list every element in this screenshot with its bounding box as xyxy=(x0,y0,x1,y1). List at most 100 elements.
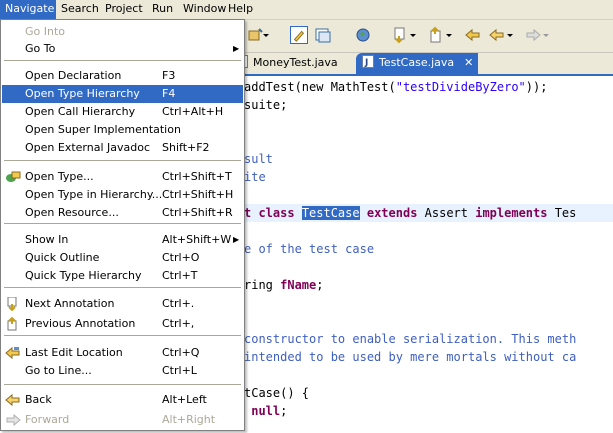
code-token: class xyxy=(258,206,302,220)
code-token: ite xyxy=(244,170,266,184)
menu-item-label: Open Type... xyxy=(25,170,94,183)
code-token: t xyxy=(244,206,259,220)
java-file-icon xyxy=(362,53,374,73)
code-token: implements xyxy=(475,206,548,220)
menu-help[interactable]: Help xyxy=(223,0,253,19)
chevron-down-icon[interactable] xyxy=(506,26,514,44)
menu-window[interactable]: Window xyxy=(178,0,226,19)
toggle-mark-occurrences-icon[interactable] xyxy=(290,26,308,44)
menu-item-label: Quick Type Hierarchy xyxy=(25,269,142,282)
chevron-down-icon[interactable] xyxy=(445,26,453,44)
menu-run[interactable]: Run xyxy=(147,0,178,19)
menu-item-label: Open Type Hierarchy xyxy=(25,87,140,100)
code-token: sult xyxy=(244,152,273,166)
menu-item-shortcut: Ctrl+Alt+H xyxy=(162,105,224,118)
menu-item-shortcut: Ctrl+Shift+T xyxy=(162,170,232,183)
menu-item-open-declaration[interactable]: Open Declaration F3 xyxy=(2,67,243,85)
menu-item-go-into[interactable]: Go Into xyxy=(2,23,243,41)
menu-search[interactable]: Search xyxy=(56,0,100,19)
menu-item-label: Go to Line... xyxy=(25,364,92,377)
forward-icon xyxy=(5,413,21,427)
menu-item-label: Forward xyxy=(25,413,70,426)
menu-item-shortcut: Alt+Left xyxy=(162,393,207,406)
code-token: Assert xyxy=(417,206,476,220)
menu-item-next-annotation[interactable]: Next Annotation Ctrl+. xyxy=(2,295,243,313)
code-token: )); xyxy=(525,80,548,94)
menu-separator xyxy=(4,287,241,288)
code-token: tCase() { xyxy=(244,386,310,400)
menu-item-label: Last Edit Location xyxy=(25,346,123,359)
menu-item-shortcut: Ctrl+T xyxy=(162,269,198,282)
menu-item-shortcut: F4 xyxy=(162,87,176,100)
menu-item-previous-annotation[interactable]: Previous Annotation Ctrl+, xyxy=(2,315,243,333)
menu-separator xyxy=(4,223,241,224)
code-token: ; xyxy=(316,278,324,292)
code-token: ring xyxy=(244,278,281,292)
submenu-arrow-icon: ▶ xyxy=(233,44,240,53)
previous-annotation-icon[interactable] xyxy=(428,26,446,44)
next-annotation-icon xyxy=(5,296,21,312)
menu-item-open-type-hierarchy[interactable]: Open Type Hierarchy F4 xyxy=(2,85,243,103)
code-token: constructor to enable serialization. Thi… xyxy=(244,332,577,346)
menu-item-label: Quick Outline xyxy=(25,251,100,264)
menu-item-shortcut: Alt+Shift+W xyxy=(162,233,232,246)
menu-item-label: Go To xyxy=(25,42,56,55)
menu-navigate[interactable]: Navigate xyxy=(0,0,56,19)
back-icon[interactable] xyxy=(488,26,506,44)
menu-item-shortcut: Ctrl+, xyxy=(162,317,195,330)
menu-separator xyxy=(4,384,241,385)
menu-item-back[interactable]: Back Alt+Left xyxy=(2,391,243,409)
navigate-menu: Go Into Go To ▶ Open Declaration F3 Open Type… xyxy=(0,19,245,431)
menu-separator xyxy=(4,335,241,336)
menu-item-go-to[interactable]: Go To ▶ xyxy=(2,40,243,58)
menu-item-label: Show In xyxy=(25,233,69,246)
chevron-down-icon[interactable] xyxy=(262,26,270,44)
forward-icon[interactable] xyxy=(524,26,542,44)
menu-item-open-resource[interactable]: Open Resource... Ctrl+Shift+R xyxy=(2,204,243,222)
menu-item-quick-type-hierarchy[interactable]: Quick Type Hierarchy Ctrl+T xyxy=(2,267,243,285)
menu-separator xyxy=(4,60,241,61)
code-token: Tes xyxy=(547,206,577,220)
code-token: null xyxy=(251,404,281,418)
menu-item-go-to-line[interactable]: Go to Line... Ctrl+L xyxy=(2,362,243,380)
menu-item-label: Open Call Hierarchy xyxy=(25,105,136,118)
menu-item-shortcut: Ctrl+L xyxy=(162,364,197,377)
menu-item-open-call-hierarchy[interactable]: Open Call Hierarchy Ctrl+Alt+H xyxy=(2,103,243,121)
menu-item-label: Next Annotation xyxy=(25,297,115,310)
submenu-arrow-icon: ▶ xyxy=(233,235,240,244)
menu-item-forward[interactable]: Forward Alt+Right xyxy=(2,411,243,429)
last-edit-location-icon[interactable] xyxy=(464,26,482,44)
code-token: extends xyxy=(366,206,418,220)
close-tab-icon[interactable]: ✕ xyxy=(464,53,473,73)
menu-bar: Navigate Search Project Run Window Help xyxy=(0,0,613,20)
menu-item-open-super-implementation[interactable]: Open Super Implementation xyxy=(2,121,243,139)
code-token: ; xyxy=(280,404,288,418)
menu-project[interactable]: Project xyxy=(100,0,147,19)
menu-item-label: Open External Javadoc xyxy=(25,141,151,154)
back-icon xyxy=(5,393,21,407)
last-edit-location-icon xyxy=(5,346,21,360)
menu-item-open-external-javadoc[interactable]: Open External Javadoc Shift+F2 xyxy=(2,139,243,157)
menu-item-show-in[interactable]: Show In Alt+Shift+W ▶ xyxy=(2,231,243,249)
menu-item-shortcut: Shift+F2 xyxy=(162,141,210,154)
chevron-down-icon[interactable] xyxy=(542,26,550,44)
menu-item-label: Back xyxy=(25,393,52,406)
menu-item-open-type[interactable]: Open Type... Ctrl+Shift+T xyxy=(2,168,243,186)
tab-testcase[interactable]: TestCase.java ✕ xyxy=(356,53,478,74)
code-token: fName xyxy=(280,278,317,292)
tab-moneytest[interactable]: MoneyTest.java xyxy=(230,53,356,74)
chevron-down-icon[interactable] xyxy=(409,26,417,44)
menu-item-quick-outline[interactable]: Quick Outline Ctrl+O xyxy=(2,249,243,267)
globe-icon[interactable] xyxy=(354,26,372,44)
show-whitespace-icon[interactable] xyxy=(314,26,332,44)
open-type-icon xyxy=(5,170,21,184)
menu-item-open-type-in-hierarchy[interactable]: Open Type in Hierarchy... Ctrl+Shift+H xyxy=(2,186,243,204)
menu-item-shortcut: F3 xyxy=(162,69,176,82)
previous-annotation-icon xyxy=(5,316,21,331)
menu-item-label: Previous Annotation xyxy=(25,317,136,330)
next-annotation-icon[interactable] xyxy=(392,26,410,44)
menu-item-label: Open Super Implementation xyxy=(25,123,181,136)
code-token: addTest(new MathTest( xyxy=(244,80,396,94)
menu-item-last-edit-location[interactable]: Last Edit Location Ctrl+Q xyxy=(2,344,243,362)
